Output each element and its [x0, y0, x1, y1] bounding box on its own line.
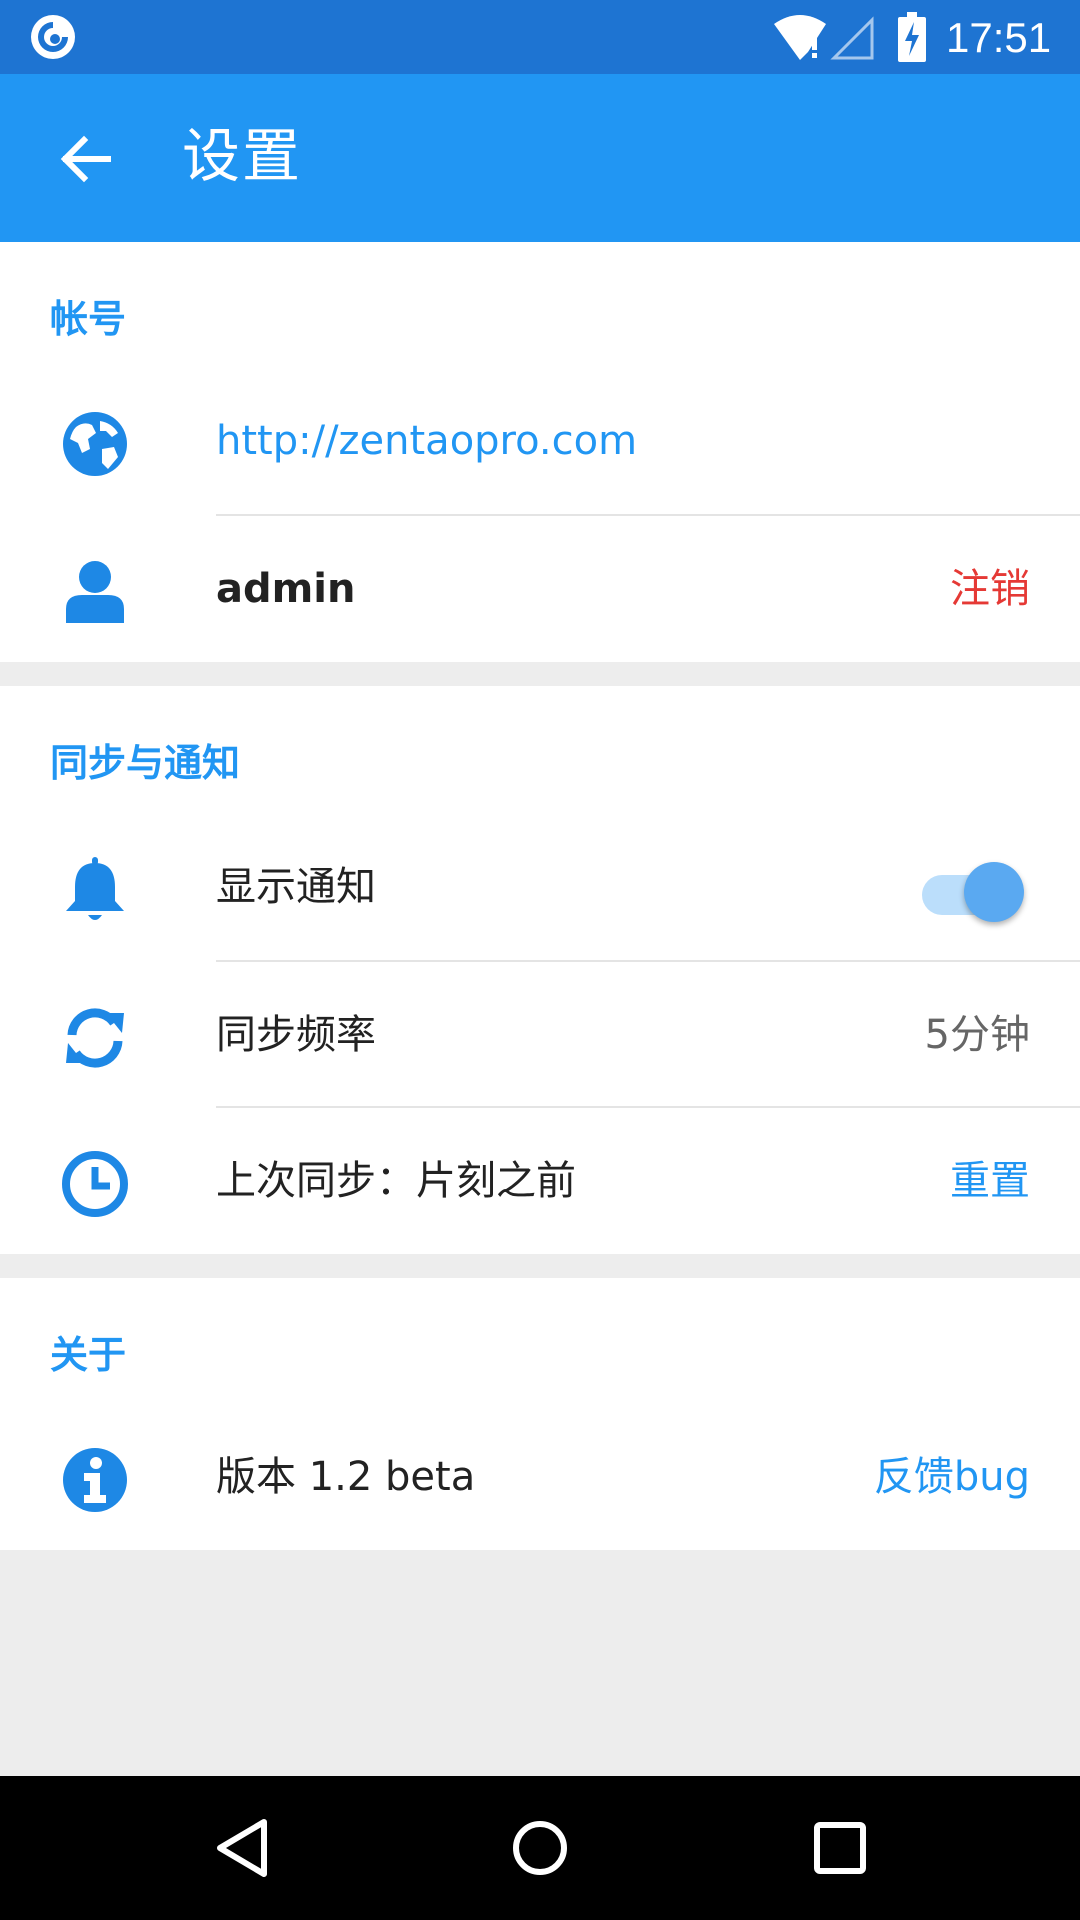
version-row: 版本 1.2 beta 反馈bug [0, 1404, 1080, 1550]
last-sync-label: 上次同步：片刻之前 [216, 1158, 576, 1204]
account-header: 帐号 [50, 297, 127, 341]
clock-icon [62, 1151, 128, 1217]
app-logo-icon [31, 15, 75, 59]
notify-toggle[interactable] [918, 854, 1028, 922]
wifi-alert-icon [774, 15, 826, 60]
about-section: 关于 版本 1.2 beta 反馈bug [0, 1278, 1080, 1550]
account-section: 帐号 http://zentaopro.com admin 注销 [0, 242, 1080, 662]
sync-header: 同步与通知 [50, 741, 241, 785]
app-bar: 设置 [0, 74, 1080, 242]
frequency-row[interactable]: 同步频率 5分钟 [0, 962, 1080, 1108]
frequency-label: 同步频率 [216, 1012, 376, 1058]
frequency-value[interactable]: 5分钟 [925, 1010, 1030, 1060]
user-icon [66, 561, 124, 623]
status-time: 17:51 [946, 14, 1052, 61]
toggle-thumb [964, 862, 1024, 922]
signal-empty-icon [830, 16, 874, 60]
arrow-back-icon[interactable] [56, 130, 114, 188]
bell-icon [66, 857, 124, 920]
back-triangle-icon[interactable] [212, 1816, 272, 1880]
globe-icon [63, 412, 127, 476]
server-url-text[interactable]: http://zentaopro.com [216, 416, 637, 466]
user-row: admin 注销 [0, 516, 1080, 662]
sync-section: 同步与通知 显示通知 同步频率 5分钟 上次同步：片刻之前 重置 [0, 686, 1080, 1254]
notify-row[interactable]: 显示通知 [0, 814, 1080, 960]
page-title: 设置 [182, 122, 303, 190]
sync-icon [66, 1008, 124, 1068]
notify-label: 显示通知 [216, 864, 376, 910]
battery-charging-icon [898, 12, 926, 62]
reset-button[interactable]: 重置 [950, 1156, 1030, 1206]
logout-button[interactable]: 注销 [950, 564, 1030, 614]
server-url-row[interactable]: http://zentaopro.com [0, 368, 1080, 514]
info-icon [63, 1448, 127, 1512]
last-sync-row: 上次同步：片刻之前 重置 [0, 1108, 1080, 1254]
username-text: admin [216, 566, 356, 612]
about-header: 关于 [50, 1333, 127, 1377]
feedback-bug-link[interactable]: 反馈bug [874, 1452, 1030, 1502]
navigation-bar [0, 1776, 1080, 1920]
version-label: 版本 1.2 beta [216, 1454, 476, 1500]
recents-square-icon[interactable] [810, 1818, 870, 1878]
status-bar: 17:51 [0, 0, 1080, 74]
home-circle-icon[interactable] [510, 1816, 570, 1880]
